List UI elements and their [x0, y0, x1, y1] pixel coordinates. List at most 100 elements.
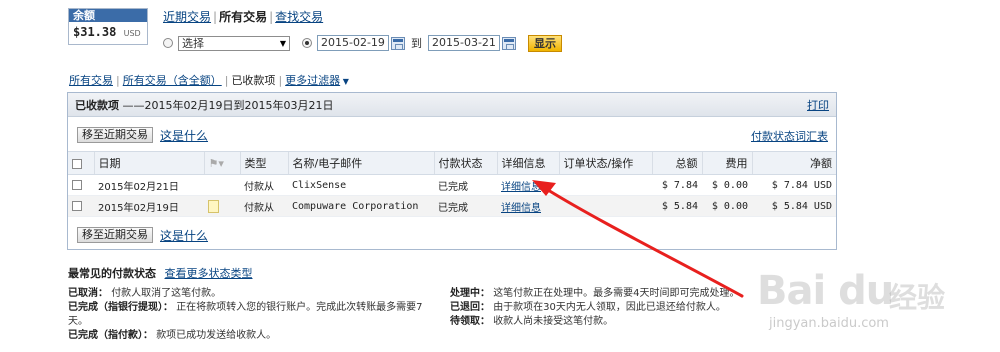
- status-glossary-link[interactable]: 付款状态词汇表: [751, 128, 828, 144]
- tab-separator: |: [269, 10, 274, 24]
- col-name[interactable]: 名称/电子邮件: [287, 151, 434, 175]
- status-item: 已退回： 由于款项在30天内无人领取，因此已退还给付款人。: [450, 301, 770, 315]
- col-date[interactable]: 日期: [93, 151, 204, 175]
- chevron-down-icon: ▼: [340, 77, 349, 86]
- status-list-left: 已取消： 付款人取消了这笔付款。 已完成（指银行提现）： 正在将款项转入您的银行…: [68, 287, 440, 343]
- row-type: 付款从: [240, 195, 288, 217]
- status-term: 已退回：: [450, 302, 490, 313]
- row-net: $ 5.84 USD: [752, 195, 836, 217]
- row-gross: $ 7.84: [652, 174, 702, 196]
- status-item: 待领取： 收款人尚未接受这笔付款。: [450, 315, 770, 329]
- status-section: 最常见的付款状态 查看更多状态类型 已取消： 付款人取消了这笔付款。 已完成（指…: [68, 267, 768, 341]
- subtab-all-incl-fees[interactable]: 所有交易（含全额）: [123, 74, 222, 87]
- what-is-this-link[interactable]: 这是什么: [160, 227, 208, 244]
- subtab-all[interactable]: 所有交易: [69, 74, 113, 87]
- status-desc: 这笔付款正在处理中。最多需要4天时间即可完成处理。: [493, 288, 740, 299]
- col-gross[interactable]: 总额: [651, 151, 702, 175]
- subtab-more-filters[interactable]: 更多过滤器: [285, 74, 340, 87]
- transactions-table: 日期 ⚑▾ 类型 名称/电子邮件 付款状态 详细信息 订单状态/操作 总额 费用…: [68, 151, 836, 217]
- move-to-recent-button[interactable]: 移至近期交易: [77, 127, 153, 143]
- panel-title-range: ——2015年02月19日到2015年03月21日: [122, 98, 334, 112]
- row-flag: [204, 195, 240, 217]
- col-details: 详细信息: [496, 151, 559, 175]
- status-desc: 收款人尚未接受这笔付款。: [493, 316, 614, 327]
- col-flag[interactable]: ⚑▾: [203, 151, 240, 175]
- note-icon[interactable]: [208, 199, 219, 213]
- row-name: Compuware Corporation: [288, 195, 434, 217]
- row-order-status: [559, 195, 652, 217]
- status-desc: 由于款项在30天内无人领取，因此已退还给付款人。: [493, 302, 726, 313]
- period-select-value: 选择: [182, 37, 204, 50]
- tab-recent-transactions[interactable]: 近期交易: [163, 10, 211, 24]
- status-desc: 付款人取消了这笔付款。: [111, 288, 222, 299]
- status-term: 处理中：: [450, 288, 490, 299]
- select-radio[interactable]: [163, 38, 173, 48]
- row-name: ClixSense: [288, 174, 434, 196]
- show-button[interactable]: 显示: [528, 34, 562, 52]
- col-fee[interactable]: 费用: [701, 151, 752, 175]
- date-from-input[interactable]: 2015-02-19: [317, 35, 389, 51]
- watermark-logo: Bai du: [757, 268, 894, 314]
- select-all-checkbox[interactable]: [72, 158, 82, 169]
- row-checkbox-cell: [68, 195, 94, 217]
- period-select[interactable]: 选择 ▼: [178, 35, 290, 51]
- baidu-watermark: Bai du 经验 jingyan.baidu.com: [757, 268, 997, 352]
- status-item: 已完成（指付款）： 款项已成功发送给收款人。: [68, 329, 440, 343]
- to-label: 到: [411, 37, 422, 50]
- balance-label: 余额: [69, 9, 147, 22]
- row-date: 2015年02月19日: [94, 195, 204, 217]
- col-order-status: 订单状态/操作: [558, 151, 652, 175]
- row-net: $ 7.84 USD: [752, 174, 836, 196]
- table-row: 2015年02月19日 付款从 Compuware Corporation 已完…: [68, 195, 836, 217]
- row-order-status: [559, 174, 652, 196]
- balance-box: 余额 $31.38 USD: [68, 8, 148, 45]
- action-row-bottom: 移至近期交易 这是什么: [77, 226, 208, 244]
- calendar-icon[interactable]: [391, 36, 405, 50]
- calendar-icon[interactable]: [502, 36, 516, 50]
- tab-separator: |: [224, 74, 229, 87]
- move-to-recent-button[interactable]: 移至近期交易: [77, 227, 153, 243]
- tab-all-transactions[interactable]: 所有交易: [219, 10, 267, 24]
- row-checkbox[interactable]: [72, 200, 82, 211]
- col-status[interactable]: 付款状态: [433, 151, 497, 175]
- row-flag: [204, 174, 240, 196]
- print-link[interactable]: 打印: [807, 97, 829, 113]
- panel-header: 已收款项 ——2015年02月19日到2015年03月21日 打印: [68, 93, 836, 117]
- more-status-types-link[interactable]: 查看更多状态类型: [165, 267, 253, 280]
- row-fee: $ 0.00: [702, 174, 752, 196]
- row-checkbox[interactable]: [72, 179, 82, 190]
- subtab-received[interactable]: 已收款项: [231, 74, 275, 87]
- status-heading: 最常见的付款状态: [68, 267, 156, 280]
- status-item: 已取消： 付款人取消了这笔付款。: [68, 287, 440, 301]
- row-details-cell: 详细信息: [497, 174, 559, 196]
- action-row-top: 移至近期交易 这是什么: [77, 126, 208, 144]
- what-is-this-link[interactable]: 这是什么: [160, 127, 208, 144]
- status-term: 已完成（指付款）：: [68, 330, 153, 341]
- col-net[interactable]: 净额: [751, 151, 836, 175]
- status-term: 待领取：: [450, 316, 490, 327]
- date-range-radio[interactable]: [302, 38, 312, 48]
- row-fee: $ 0.00: [702, 195, 752, 217]
- status-item: 处理中： 这笔付款正在处理中。最多需要4天时间即可完成处理。: [450, 287, 770, 301]
- transaction-tabs: 近期交易 | 所有交易 | 查找交易: [163, 8, 323, 25]
- status-title: 最常见的付款状态 查看更多状态类型: [68, 267, 768, 281]
- details-link[interactable]: 详细信息: [501, 203, 541, 214]
- details-link[interactable]: 详细信息: [501, 182, 541, 193]
- col-type[interactable]: 类型: [239, 151, 288, 175]
- tab-separator: |: [278, 74, 283, 87]
- chevron-down-icon: ▼: [279, 38, 286, 48]
- watermark-cn: 经验: [889, 281, 946, 314]
- row-status: 已完成: [434, 174, 497, 196]
- flag-icon: ⚑▾: [208, 156, 224, 170]
- filter-row: 选择 ▼ 2015-02-19 到 2015-03-21 显示: [163, 33, 562, 53]
- date-to-input[interactable]: 2015-03-21: [428, 35, 500, 51]
- table-header-row: 日期 ⚑▾ 类型 名称/电子邮件 付款状态 详细信息 订单状态/操作 总额 费用…: [68, 151, 836, 175]
- balance-amount: $31.38 USD: [69, 22, 147, 42]
- tab-separator: |: [213, 10, 218, 24]
- row-type: 付款从: [240, 174, 288, 196]
- tab-find-transactions[interactable]: 查找交易: [275, 10, 323, 24]
- received-panel: 已收款项 ——2015年02月19日到2015年03月21日 打印 移至近期交易…: [67, 92, 837, 250]
- select-all-cell: [68, 151, 94, 175]
- filter-tabs: 所有交易 | 所有交易（含全额） | 已收款项 | 更多过滤器 ▼: [69, 72, 349, 88]
- watermark-url: jingyan.baidu.com: [769, 316, 889, 331]
